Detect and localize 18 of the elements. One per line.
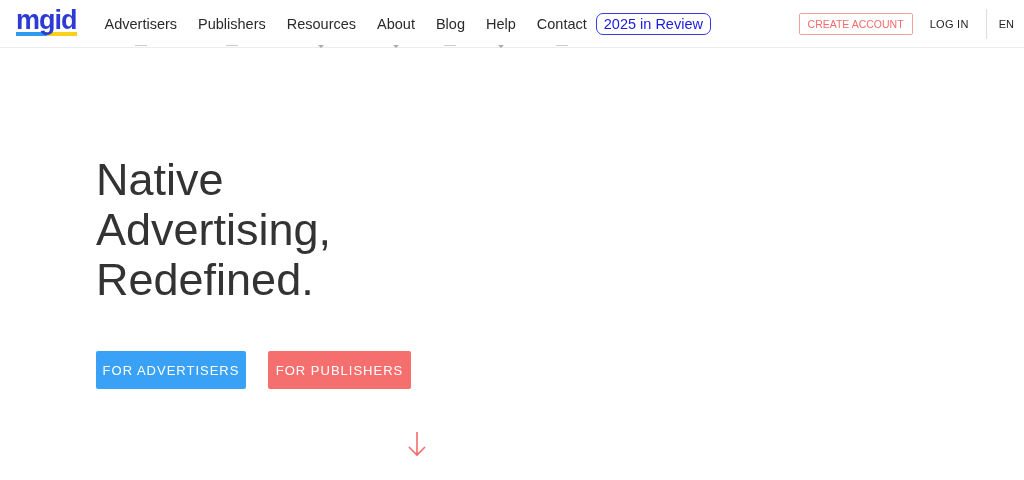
review-link[interactable]: 2025 in Review [595,12,711,35]
hero-heading: Redefined. [96,255,315,305]
nav-link[interactable]: Blog [435,13,465,34]
nav-link[interactable]: Contact [536,13,587,34]
nav-menu[interactable]: Help [486,13,516,34]
logo[interactable]: mgid [16,7,77,36]
hero-heading: Advertising, [96,205,333,255]
nav-menu[interactable]: About [377,13,415,34]
login-link[interactable]: LOG IN [929,17,969,30]
caret-icon [497,44,504,48]
nav-menu[interactable]: Resources [286,13,357,34]
nav-link[interactable]: Advertisers [104,13,178,34]
caret-icon [318,44,325,48]
down-arrow-icon[interactable] [407,431,427,457]
language-selector[interactable]: EN [985,8,1024,39]
hero-heading: Native [96,155,225,205]
nav-link[interactable]: Publishers [198,13,266,34]
caret-icon [393,44,399,48]
